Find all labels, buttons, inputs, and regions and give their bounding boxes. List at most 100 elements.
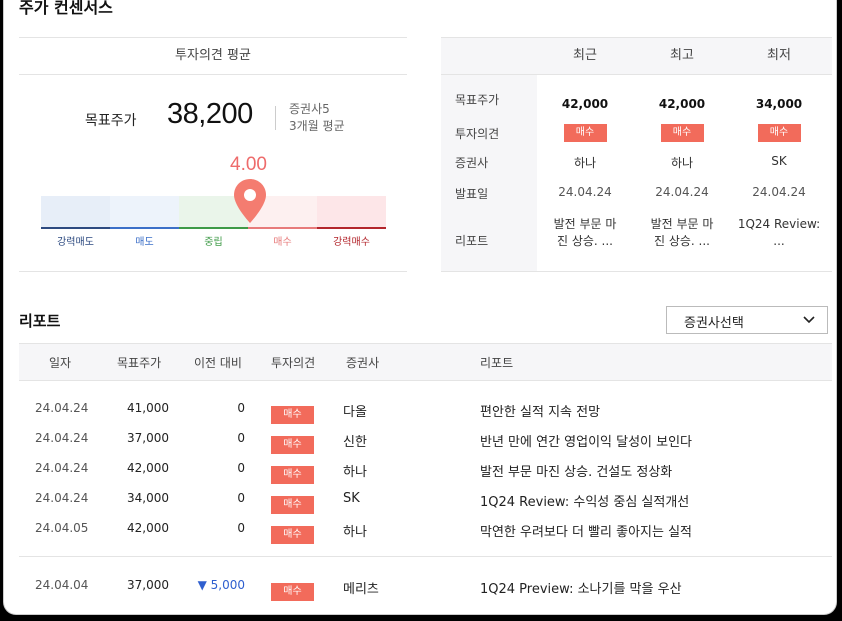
low-price: 34,000 xyxy=(755,97,803,111)
row-date: 24.04.04 xyxy=(35,578,89,592)
table-row[interactable]: 24.04.24 37,000 0 매수 신한 반년 만에 연간 영업이익 달성… xyxy=(19,424,832,454)
row-change: ▼ 5,000 xyxy=(197,578,245,592)
opinion-average-card: 투자의견 평균 목표주가 38,200 증권사5 3개월 평균 4.00 강력매… xyxy=(19,37,407,272)
scale-segment-strong-sell xyxy=(41,196,110,228)
opinion-badge: 매수 xyxy=(271,583,314,601)
table-row[interactable]: 24.04.04 37,000 ▼ 5,000 매수 메리츠 1Q24 Prev… xyxy=(19,571,832,601)
row-date: 24.04.24 xyxy=(35,491,89,505)
row-target-price: 42,000 xyxy=(127,461,169,475)
report-line: 1Q24 Review: xyxy=(737,217,821,231)
header-broker: 증권사 xyxy=(346,356,380,370)
row-broker: 신한 xyxy=(343,435,367,450)
scale-label: 매수 xyxy=(273,237,292,248)
target-price-label: 목표주가 xyxy=(85,113,137,129)
row-broker: SK xyxy=(343,491,360,506)
report-line: 발전 부문 마 xyxy=(553,217,617,231)
header-change: 이전 대비 xyxy=(194,356,242,370)
row-label-target: 목표주가 xyxy=(455,93,500,107)
divider xyxy=(275,106,276,130)
report-line: ... xyxy=(773,234,785,248)
low-broker: SK xyxy=(771,154,787,168)
row-report-link[interactable]: 1Q24 Review: 수익성 중심 실적개선 xyxy=(480,491,689,510)
recent-price: 42,000 xyxy=(561,97,609,111)
high-report-link[interactable]: 발전 부문 마 진 상승. ... xyxy=(634,216,730,250)
row-report-link[interactable]: 1Q24 Preview: 소나기를 막을 우산 xyxy=(480,578,682,597)
scale-label: 강력매수 xyxy=(333,237,370,248)
row-report-link[interactable]: 편안한 실적 지속 전망 xyxy=(480,401,600,420)
scale-baseline xyxy=(41,227,386,229)
report-line: 진 상승. ... xyxy=(653,234,710,248)
row-change: 0 xyxy=(237,401,245,415)
row-broker: 하나 xyxy=(343,465,367,480)
col-recent: 최근 xyxy=(573,48,597,63)
report-line: 발전 부문 마 xyxy=(650,217,714,231)
row-date: 24.04.24 xyxy=(35,431,89,445)
broker-count: 증권사5 xyxy=(289,102,330,116)
opinion-average-header: 투자의견 평균 xyxy=(19,38,407,75)
scale-label: 중립 xyxy=(204,237,223,248)
opinion-badge: 매수 xyxy=(271,496,314,514)
row-broker: 메리츠 xyxy=(343,582,379,597)
row-broker: 다올 xyxy=(343,405,367,420)
row-target-price: 37,000 xyxy=(127,431,169,445)
opinion-score: 4.00 xyxy=(230,154,267,175)
header-report: 리포트 xyxy=(480,356,514,370)
table-row[interactable]: 24.04.24 42,000 0 매수 하나 발전 부문 마진 상승. 건설도… xyxy=(19,454,832,484)
row-change: 0 xyxy=(237,461,245,475)
row-date: 24.04.24 xyxy=(35,461,89,475)
opinion-badge: 매수 xyxy=(271,406,314,424)
target-price-value: 38,200 xyxy=(167,98,253,130)
row-target-price: 37,000 xyxy=(127,578,169,592)
scale-segment-strong-buy xyxy=(317,196,386,228)
reports-title: 리포트 xyxy=(19,312,61,330)
row-report-link[interactable]: 발전 부문 마진 상승. 건설도 정상화 xyxy=(480,461,672,480)
table-row[interactable]: 24.04.24 41,000 0 매수 다올 편안한 실적 지속 전망 xyxy=(19,394,832,424)
scale-label: 매도 xyxy=(135,237,154,248)
average-period: 3개월 평균 xyxy=(289,119,345,133)
opinion-badge: 매수 xyxy=(271,436,314,454)
opinion-badge: 매수 xyxy=(757,124,801,142)
row-report-link[interactable]: 막연한 우려보다 더 빨리 좋아지는 실적 xyxy=(480,521,692,540)
scale-labels: 강력매도 매도 중립 매수 강력매수 xyxy=(41,233,386,248)
row-change: 0 xyxy=(237,491,245,505)
row-label-report: 리포트 xyxy=(455,234,489,248)
header-opinion: 투자의견 xyxy=(271,356,316,370)
row-target-price: 42,000 xyxy=(127,521,169,535)
recent-date: 24.04.24 xyxy=(558,185,612,199)
row-label-broker: 증권사 xyxy=(455,156,489,170)
scale-label: 강력매도 xyxy=(57,237,94,248)
row-label-column: 목표주가 투자의견 증권사 발표일 리포트 xyxy=(441,75,537,271)
high-price: 42,000 xyxy=(658,97,706,111)
high-date: 24.04.24 xyxy=(655,185,709,199)
recent-opinion: 매수 xyxy=(537,124,633,142)
divider xyxy=(19,556,832,557)
opinion-badge: 매수 xyxy=(271,526,314,544)
header-target-price: 목표주가 xyxy=(117,356,162,370)
broker-select[interactable]: 증권사선택 xyxy=(666,306,828,334)
low-date: 24.04.24 xyxy=(752,185,806,199)
opinion-badge: 매수 xyxy=(271,466,314,484)
low-report-link[interactable]: 1Q24 Review: ... xyxy=(731,216,827,250)
chevron-down-icon xyxy=(803,316,815,324)
recent-broker: 하나 xyxy=(573,156,597,170)
recent-table-header: 최근 최고 최저 xyxy=(441,38,832,75)
table-row[interactable]: 24.04.05 42,000 0 매수 하나 막연한 우려보다 더 빨리 좋아… xyxy=(19,514,832,544)
opinion-badge: 매수 xyxy=(660,124,704,142)
row-broker: 하나 xyxy=(343,525,367,540)
row-date: 24.04.05 xyxy=(35,521,89,535)
consensus-panel: 주가 컨센서스 투자의견 평균 목표주가 38,200 증권사5 3개월 평균 … xyxy=(4,0,836,614)
row-change: 0 xyxy=(237,431,245,445)
col-low: 최저 xyxy=(767,48,791,63)
row-target-price: 41,000 xyxy=(127,401,169,415)
row-report-link[interactable]: 반년 만에 연간 영업이익 달성이 보인다 xyxy=(480,431,692,450)
opinion-badge: 매수 xyxy=(563,124,607,142)
row-target-price: 34,000 xyxy=(127,491,169,505)
row-label-opinion: 투자의견 xyxy=(455,127,500,141)
recent-report-link[interactable]: 발전 부문 마 진 상승. ... xyxy=(537,216,633,250)
broker-select-label: 증권사선택 xyxy=(684,316,744,331)
target-price-meta: 증권사5 3개월 평균 xyxy=(289,101,345,135)
low-opinion: 매수 xyxy=(731,124,827,142)
report-line: 진 상승. ... xyxy=(556,234,613,248)
page-title: 주가 컨센서스 xyxy=(19,0,113,17)
table-row[interactable]: 24.04.24 34,000 0 매수 SK 1Q24 Review: 수익성… xyxy=(19,484,832,514)
